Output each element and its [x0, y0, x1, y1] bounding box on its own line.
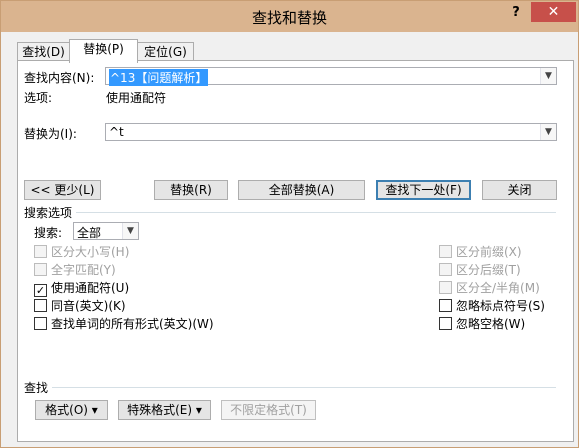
checkbox-icon	[439, 281, 452, 294]
divider	[76, 212, 556, 213]
chevron-down-icon[interactable]: ▼	[122, 223, 138, 239]
wildcards-checkbox[interactable]: ✓ 使用通配符(U)	[34, 280, 130, 297]
checkbox-icon	[34, 245, 47, 258]
find-combo[interactable]: ^13【问题解析】 ▼	[105, 67, 557, 86]
all-word-forms-checkbox[interactable]: 查找单词的所有形式(英文)(W)	[34, 316, 214, 332]
replace-combo[interactable]: ^t ▼	[105, 123, 557, 141]
checkbox-icon	[34, 299, 47, 312]
checkbox-label: 同音(英文)(K)	[51, 299, 126, 313]
sounds-like-checkbox[interactable]: 同音(英文)(K)	[34, 298, 126, 314]
checkbox-label: 使用通配符(U)	[51, 281, 130, 295]
replace-button[interactable]: 替换(R)	[154, 180, 228, 200]
less-button[interactable]: << 更少(L)	[24, 180, 101, 200]
checkbox-icon	[34, 263, 47, 276]
replace-all-button[interactable]: 全部替换(A)	[238, 180, 365, 200]
ignore-punctuation-checkbox[interactable]: 忽略标点符号(S)	[439, 298, 545, 314]
checkbox-label: 区分全/半角(M)	[456, 281, 540, 295]
options-value: 使用通配符	[106, 91, 167, 105]
find-section-heading: 查找	[24, 381, 49, 395]
ignore-space-checkbox[interactable]: 忽略空格(W)	[439, 316, 525, 332]
replace-label: 替换为(I):	[24, 127, 77, 141]
checkbox-icon	[439, 299, 452, 312]
checkbox-label: 全字匹配(Y)	[51, 263, 116, 277]
checkbox-icon	[439, 245, 452, 258]
checkbox-label: 区分后缀(T)	[456, 263, 521, 277]
tab-replace[interactable]: 替换(P)	[69, 39, 138, 63]
tab-find[interactable]: 查找(D)	[17, 42, 70, 62]
find-input[interactable]: ^13【问题解析】	[109, 69, 209, 86]
replace-input[interactable]: ^t	[109, 125, 124, 139]
search-scope-select[interactable]: 全部 ▼	[73, 222, 139, 240]
checkbox-label: 忽略标点符号(S)	[456, 299, 545, 313]
checkbox-label: 区分前缀(X)	[456, 245, 522, 259]
help-button[interactable]: ?	[506, 4, 526, 22]
no-formatting-button[interactable]: 不限定格式(T)	[221, 400, 316, 420]
dialog-title: 查找和替换	[251, 9, 327, 27]
format-button[interactable]: 格式(O) ▾	[35, 400, 108, 420]
dialog-body: 查找(D) 替换(P) 定位(G) 查找内容(N): ^13【问题解析】 ▼ 选…	[8, 32, 574, 442]
tab-goto[interactable]: 定位(G)	[137, 42, 194, 62]
checkbox-icon	[34, 317, 47, 330]
match-case-checkbox[interactable]: 区分大小写(H)	[34, 244, 129, 260]
chevron-down-icon[interactable]: ▼	[540, 124, 556, 140]
search-scope-label: 搜索:	[34, 226, 63, 240]
find-next-button[interactable]: 查找下一处(F)	[376, 180, 471, 200]
checkbox-label: 区分大小写(H)	[51, 245, 130, 259]
search-scope-value: 全部	[77, 226, 102, 240]
chevron-down-icon[interactable]: ▼	[540, 68, 556, 84]
whole-word-checkbox[interactable]: 全字匹配(Y)	[34, 262, 116, 278]
checkmark-icon: ✓	[34, 284, 47, 297]
find-replace-dialog: 查找和替换 ? ✕ 查找(D) 替换(P) 定位(G) 查找内容(N): ^13…	[0, 0, 579, 448]
match-width-checkbox[interactable]: 区分全/半角(M)	[439, 280, 540, 296]
special-button[interactable]: 特殊格式(E) ▾	[118, 400, 211, 420]
options-label: 选项:	[24, 91, 53, 105]
search-options-heading: 搜索选项	[24, 206, 73, 220]
close-window-button[interactable]: ✕	[531, 2, 576, 22]
title-bar[interactable]: 查找和替换 ? ✕	[1, 1, 578, 32]
checkbox-icon	[439, 263, 452, 276]
match-suffix-checkbox[interactable]: 区分后缀(T)	[439, 262, 521, 278]
close-button[interactable]: 关闭	[482, 180, 557, 200]
match-prefix-checkbox[interactable]: 区分前缀(X)	[439, 244, 522, 260]
divider	[52, 387, 556, 388]
replace-panel: 查找内容(N): ^13【问题解析】 ▼ 选项: 使用通配符 替换为(I): ^…	[17, 60, 574, 442]
find-label: 查找内容(N):	[24, 71, 95, 85]
checkbox-label: 查找单词的所有形式(英文)(W)	[51, 317, 214, 331]
checkbox-icon	[439, 317, 452, 330]
checkbox-label: 忽略空格(W)	[456, 317, 526, 331]
